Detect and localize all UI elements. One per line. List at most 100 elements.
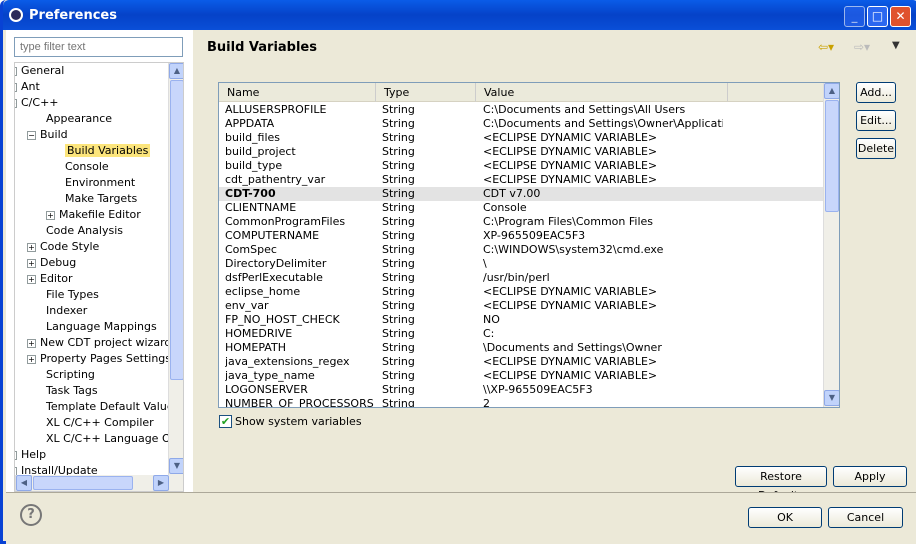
filter-input[interactable] [14,37,183,57]
value-cell: C: [483,327,495,340]
column-header-filler [727,83,824,102]
edit-button[interactable]: Edit... [856,110,896,131]
tree-horizontal-scrollbar[interactable]: ◀ ▶ [15,475,183,491]
table-row[interactable]: build_project String <ECLIPSE DYNAMIC VARI… [219,145,824,159]
table-row[interactable]: java_type_name String <ECLIPSE DYNAMIC VAR… [219,369,824,383]
collapse-icon[interactable]: − [15,98,17,108]
tree-item[interactable]: Appearance [46,111,112,127]
show-system-variables-checkbox[interactable]: ✔ Show system variables [219,415,362,431]
tree-item[interactable]: XL C/C++ Compiler [46,415,154,431]
type-cell: String [382,271,415,284]
scroll-up-icon[interactable]: ▲ [824,83,839,99]
tree-item[interactable]: + Debug [27,255,76,271]
scroll-down-icon[interactable]: ▼ [169,458,183,474]
scroll-thumb[interactable] [825,100,839,212]
expand-icon[interactable]: + [27,258,36,268]
expand-icon[interactable]: + [27,338,36,348]
table-row[interactable]: cdt_pathentry_var String <ECLIPSE DYNAMIC … [219,173,824,187]
column-header-value[interactable]: Value [475,83,727,102]
expand-icon[interactable]: + [27,242,36,252]
back-arrow-icon[interactable]: ⇦▾ [818,40,834,54]
add-button[interactable]: Add... [856,82,896,103]
scroll-left-icon[interactable]: ◀ [16,475,32,491]
tree-item[interactable]: File Types [46,287,99,303]
h-scroll-thumb[interactable] [33,476,133,490]
tree-item[interactable]: XL C/C++ Language Options [46,431,183,447]
help-icon[interactable]: ? [20,504,42,526]
scroll-right-icon[interactable]: ▶ [153,475,169,491]
value-cell: C:\Documents and Settings\Owner\Applicat… [483,117,723,130]
tree-item[interactable]: + Editor [27,271,73,287]
tree-item[interactable]: + General [15,63,64,79]
name-cell: DirectoryDelimiter [225,257,327,270]
restore-defaults-button[interactable]: Restore Defaults [735,466,827,502]
scroll-up-icon[interactable]: ▲ [169,63,183,79]
ok-button[interactable]: OK [748,507,822,528]
tree-item[interactable]: + New CDT project wizard [27,335,171,351]
expand-icon[interactable]: + [27,354,36,364]
tree-item[interactable]: + Ant [15,79,40,95]
expand-icon[interactable]: + [27,274,36,284]
page-title: Build Variables [207,40,317,55]
expand-icon[interactable]: + [15,82,17,92]
table-row[interactable]: COMPUTERNAME String XP-965509EAC5F3 [219,229,824,243]
column-header-name[interactable]: Name [219,83,375,102]
collapse-icon[interactable]: − [27,130,36,140]
name-cell: env_var [225,299,269,312]
tree-item[interactable]: −C/C++ [15,95,59,111]
tree-item[interactable]: Code Analysis [46,223,123,239]
tree-item[interactable]: Scripting [46,367,95,383]
table-scrollbar[interactable]: ▲ ▼ [823,83,839,407]
table-row[interactable]: CommonProgramFiles String C:\Program Files… [219,215,824,229]
table-row[interactable]: FP_NO_HOST_CHECK String NO [219,313,824,327]
table-row[interactable]: build_type String <ECLIPSE DYNAMIC VARIABL… [219,159,824,173]
close-button[interactable]: ✕ [890,6,911,27]
table-row[interactable]: LOGONSERVER String \\XP-965509EAC5F3 [219,383,824,397]
table-row[interactable]: ALLUSERSPROFILE String C:\Documents and Se… [219,103,824,117]
minimize-button[interactable]: _ [844,6,865,27]
scroll-down-icon[interactable]: ▼ [824,390,839,406]
table-row[interactable]: CLIENTNAME String Console [219,201,824,215]
column-header-type[interactable]: Type [375,83,475,102]
forward-arrow-icon[interactable]: ⇨▾ [854,40,870,54]
expand-icon[interactable]: + [15,66,17,76]
tree-item[interactable]: − Build [27,127,68,143]
table-row[interactable]: eclipse_home String <ECLIPSE DYNAMIC VARIA… [219,285,824,299]
expand-icon[interactable]: + [46,210,55,220]
expand-icon[interactable]: + [15,450,17,460]
view-menu-icon[interactable]: ▼ [892,40,900,51]
table-row[interactable]: CDT-700 String CDT v7.00 [219,187,824,201]
tree-item[interactable]: Environment [65,175,135,191]
tree-item[interactable]: + Property Pages Settings [27,351,171,367]
table-row[interactable]: java_extensions_regex String <ECLIPSE DYNA… [219,355,824,369]
type-cell: String [382,397,415,408]
tree-item[interactable]: Task Tags [46,383,98,399]
checkmark-icon[interactable]: ✔ [219,415,232,428]
tree-item[interactable]: Build Variables [65,143,151,159]
maximize-button[interactable]: □ [867,6,888,27]
apply-button[interactable]: Apply [833,466,907,487]
tree-item[interactable]: Language Mappings [46,319,157,335]
table-row[interactable]: NUMBER_OF_PROCESSORS String 2 [219,397,824,408]
table-row[interactable]: build_files String <ECLIPSE DYNAMIC VARIAB… [219,131,824,145]
tree-item[interactable]: + Code Style [27,239,99,255]
tree-vertical-scrollbar[interactable]: ▲ ▼ [168,63,183,475]
table-row[interactable]: dsfPerlExecutable String/usr/bin/perl [219,271,824,285]
table-row[interactable]: APPDATA String C:\Documents and Settings\O… [219,117,824,131]
delete-button[interactable]: Delete [856,138,896,159]
scroll-thumb[interactable] [170,80,183,380]
tree-item[interactable]: Indexer [46,303,87,319]
tree-item[interactable]: Make Targets [65,191,137,207]
tree-item[interactable]: + Makefile Editor [46,207,141,223]
tree-item[interactable]: Template Default Values [46,399,179,415]
type-cell: String [382,159,415,172]
table-row[interactable]: HOMEPATH String \Documents and Settings\Ow… [219,341,824,355]
tree-item[interactable]: + Help [15,447,46,463]
name-cell: dsfPerlExecutable [225,271,323,284]
table-row[interactable]: DirectoryDelimiter String \ [219,257,824,271]
table-row[interactable]: ComSpec String C:\WINDOWS\system32\cmd.exe [219,243,824,257]
cancel-button[interactable]: Cancel [828,507,903,528]
table-row[interactable]: HOMEDRIVE String C: [219,327,824,341]
table-row[interactable]: env_var String <ECLIPSE DYNAMIC VARIABLE> [219,299,824,313]
tree-item[interactable]: Console [65,159,109,175]
